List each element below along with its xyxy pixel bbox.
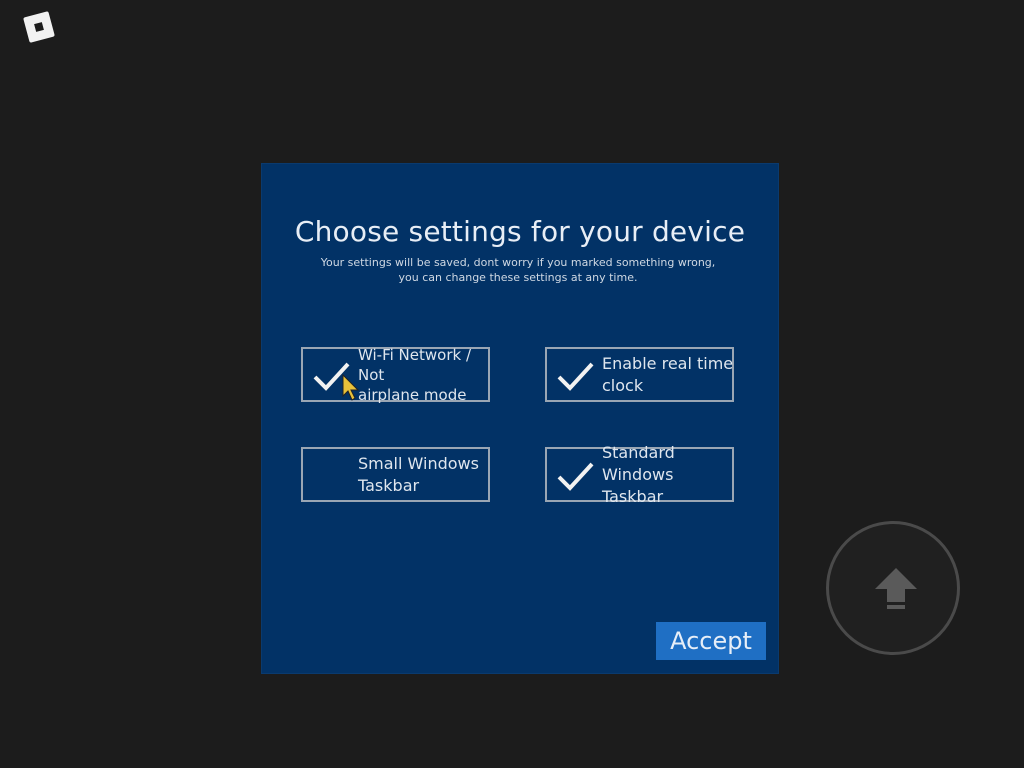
option-small-windows-taskbar[interactable]: Small Windows Taskbar	[301, 447, 490, 502]
option-standard-windows-taskbar[interactable]: Standard Windows Taskbar	[545, 443, 734, 506]
dialog-subtitle: Your settings will be saved, dont worry …	[320, 256, 716, 284]
option-label: Wi-Fi Network / Not airplane mode	[358, 345, 472, 404]
jump-button[interactable]	[826, 521, 960, 655]
accept-button[interactable]: Accept	[656, 622, 766, 660]
mouse-pointer-icon	[342, 374, 360, 401]
dialog-title: Choose settings for your device	[294, 215, 746, 248]
game-screen: Choose settings for your device Your set…	[0, 0, 1024, 768]
checkmark-icon	[557, 462, 594, 491]
jump-arrow-up-icon	[875, 568, 917, 609]
option-real-time-clock[interactable]: Enable real time clock	[545, 347, 734, 402]
option-label: Standard Windows Taskbar	[602, 442, 675, 506]
roblox-menu-icon[interactable]	[20, 8, 58, 46]
checkmark-icon	[557, 362, 594, 391]
option-label: Small Windows Taskbar	[358, 453, 479, 495]
option-wifi-network[interactable]: Wi-Fi Network / Not airplane mode	[301, 345, 490, 404]
option-label: Enable real time clock	[602, 353, 734, 395]
